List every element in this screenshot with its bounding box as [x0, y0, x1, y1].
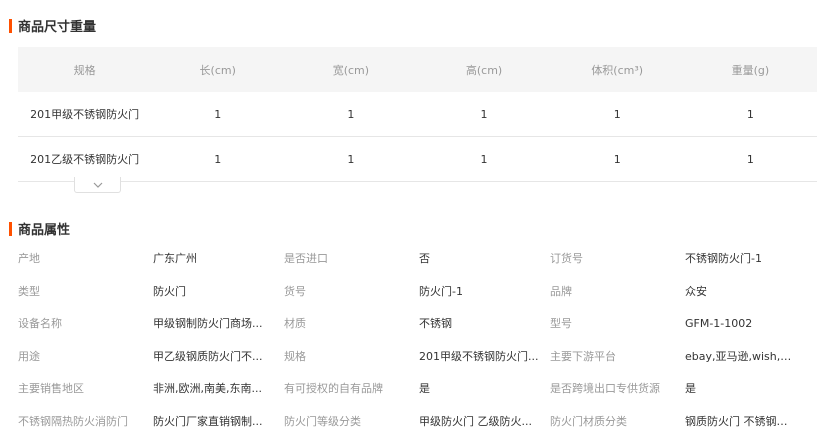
expand-table-button[interactable]	[74, 177, 121, 193]
table-cell: 1	[151, 92, 285, 137]
attribute-value: GFM-1-1002	[685, 316, 753, 330]
attribute-item: 型号 GFM-1-1002	[550, 315, 816, 331]
attribute-item: 主要下游平台 ebay,亚马逊,wish,速...	[550, 348, 816, 364]
attribute-row: 类型 防火门 货号 防火门-1 品牌 众安	[18, 275, 828, 308]
table-cell: 1	[417, 136, 551, 182]
table-cell: 201乙级不锈钢防火门	[18, 136, 152, 182]
attribute-item: 是否进口 否	[284, 250, 550, 266]
table-cell: 1	[151, 136, 285, 182]
attribute-label: 不锈钢隔热防火消防门	[18, 414, 128, 428]
attribute-label: 是否跨境出口专供货源	[550, 382, 660, 396]
column-header: 长(cm)	[151, 47, 285, 92]
table-cell: 1	[284, 136, 418, 182]
attribute-item: 不锈钢隔热防火消防门 防火门厂家直销钢制...	[18, 413, 284, 429]
accent-bar	[9, 221, 12, 236]
attribute-value: 甲级钢制防火门商场...	[153, 317, 263, 331]
column-header: 重量(g)	[683, 47, 817, 92]
attribute-value: 201甲级不锈钢防火门...	[419, 349, 539, 363]
column-header: 规格	[18, 47, 152, 92]
chevron-down-icon	[93, 182, 102, 188]
attribute-label: 主要销售地区	[18, 382, 84, 396]
attribute-value: 防火门	[153, 284, 186, 298]
column-header: 体积(cm³)	[550, 47, 684, 92]
attribute-value: 甲级防火门 乙级防火...	[419, 414, 532, 428]
attribute-value: 是	[685, 382, 696, 396]
attribute-row: 主要销售地区 非洲,欧洲,南美,东南... 有可授权的自有品牌 是 是否跨境出口专供…	[18, 372, 828, 405]
attribute-item: 品牌 众安	[550, 283, 816, 299]
attribute-label: 用途	[18, 349, 40, 363]
attribute-item: 类型 防火门	[18, 283, 284, 299]
attribute-item: 有可授权的自有品牌 是	[284, 380, 550, 396]
attribute-label: 主要下游平台	[550, 349, 616, 363]
table-cell: 1	[683, 136, 817, 182]
table-cell: 1	[550, 92, 684, 137]
attribute-item: 规格 201甲级不锈钢防火门...	[284, 348, 550, 364]
attribute-label: 防火门材质分类	[550, 414, 627, 428]
attribute-label: 材质	[284, 317, 306, 331]
section-title-attributes: 商品属性	[9, 219, 70, 238]
attribute-label: 设备名称	[18, 317, 62, 331]
attribute-item: 是否跨境出口专供货源 是	[550, 380, 816, 396]
attribute-value: 众安	[685, 284, 707, 298]
attribute-label: 货号	[284, 284, 306, 298]
attribute-value: 不锈钢防火门-1	[685, 252, 762, 266]
attribute-value: 是	[419, 382, 430, 396]
attribute-value: 防火门厂家直销钢制...	[153, 414, 263, 428]
attribute-value: 广东广州	[153, 252, 197, 266]
table-cell: 201甲级不锈钢防火门	[18, 92, 152, 137]
attribute-label: 类型	[18, 284, 40, 298]
attribute-item: 货号 防火门-1	[284, 283, 550, 299]
attribute-item: 主要销售地区 非洲,欧洲,南美,东南...	[18, 380, 284, 396]
attributes-grid: 产地 广东广州 是否进口 否 订货号 不锈钢防火门-1 类型 防火门 货号 防火门-1 品…	[18, 242, 828, 437]
attribute-item: 材质 不锈钢	[284, 315, 550, 331]
section-title-dimensions: 商品尺寸重量	[9, 16, 96, 35]
attribute-row: 不锈钢隔热防火消防门 防火门厂家直销钢制... 防火门等级分类 甲级防火门 乙级防火…	[18, 405, 828, 438]
table-cell: 1	[683, 92, 817, 137]
attribute-item: 防火门材质分类 钢质防火门 不锈钢防...	[550, 413, 816, 429]
attribute-value: 防火门-1	[419, 284, 463, 298]
attribute-item: 订货号 不锈钢防火门-1	[550, 250, 816, 266]
section-title-text: 商品属性	[18, 223, 71, 238]
table-cell: 1	[550, 136, 684, 182]
attribute-label: 品牌	[550, 284, 572, 298]
attribute-item: 设备名称 甲级钢制防火门商场...	[18, 315, 284, 331]
attribute-value: 否	[419, 252, 430, 266]
table-row: 201乙级不锈钢防火门 1 1 1 1 1	[18, 136, 817, 182]
attribute-value: 非洲,欧洲,南美,东南...	[153, 382, 262, 396]
attribute-item: 防火门等级分类 甲级防火门 乙级防火...	[284, 413, 550, 429]
column-header: 宽(cm)	[284, 47, 418, 92]
table-row: 201甲级不锈钢防火门 1 1 1 1 1	[18, 92, 817, 137]
attribute-value: 甲乙级钢质防火门不...	[153, 349, 263, 363]
attribute-label: 有可授权的自有品牌	[284, 382, 383, 396]
attribute-value: 钢质防火门 不锈钢防...	[685, 414, 797, 428]
attribute-label: 规格	[284, 349, 306, 363]
dimensions-table: 规格 长(cm) 宽(cm) 高(cm) 体积(cm³) 重量(g) 201甲级…	[18, 47, 817, 182]
attribute-label: 产地	[18, 252, 40, 266]
table-cell: 1	[284, 92, 418, 137]
table-cell: 1	[417, 92, 551, 137]
attribute-label: 型号	[550, 317, 572, 331]
attribute-label: 订货号	[550, 252, 583, 266]
attribute-value: ebay,亚马逊,wish,速...	[685, 349, 797, 363]
attribute-item: 产地 广东广州	[18, 250, 284, 266]
attribute-value: 不锈钢	[419, 317, 452, 331]
attribute-label: 是否进口	[284, 252, 328, 266]
attribute-row: 产地 广东广州 是否进口 否 订货号 不锈钢防火门-1	[18, 242, 828, 275]
attribute-item: 用途 甲乙级钢质防火门不...	[18, 348, 284, 364]
accent-bar	[9, 18, 12, 33]
table-header-row: 规格 长(cm) 宽(cm) 高(cm) 体积(cm³) 重量(g)	[18, 47, 817, 92]
attribute-label: 防火门等级分类	[284, 414, 361, 428]
column-header: 高(cm)	[417, 47, 551, 92]
section-title-text: 商品尺寸重量	[18, 20, 97, 35]
attribute-row: 用途 甲乙级钢质防火门不... 规格 201甲级不锈钢防火门... 主要下游平台 eb…	[18, 340, 828, 373]
attribute-row: 设备名称 甲级钢制防火门商场... 材质 不锈钢 型号 GFM-1-1002	[18, 307, 828, 340]
